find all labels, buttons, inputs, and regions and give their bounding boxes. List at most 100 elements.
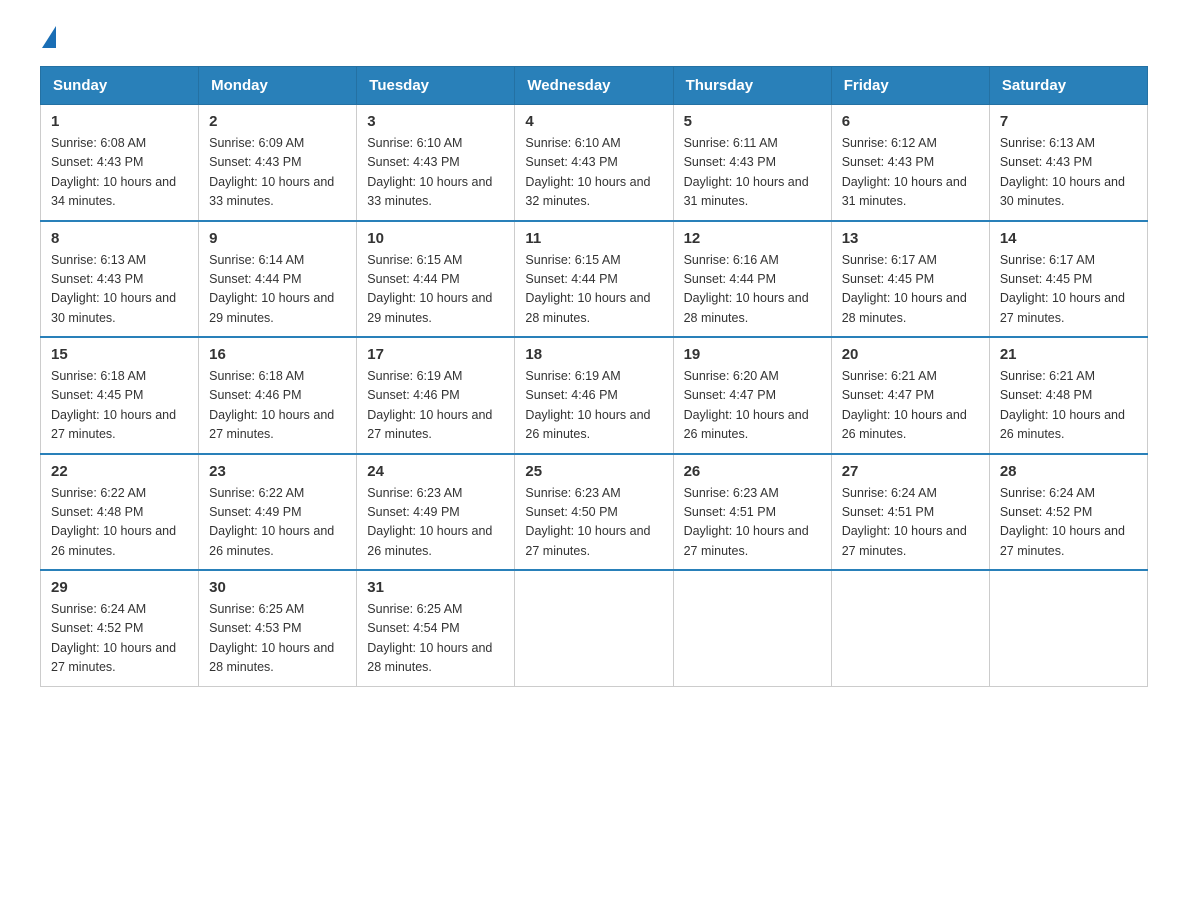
day-number: 9 xyxy=(209,230,346,247)
calendar-week-row: 29Sunrise: 6:24 AMSunset: 4:52 PMDayligh… xyxy=(41,570,1148,686)
day-number: 15 xyxy=(51,346,188,363)
day-info: Sunrise: 6:23 AMSunset: 4:50 PMDaylight:… xyxy=(525,484,662,562)
day-number: 16 xyxy=(209,346,346,363)
day-number: 19 xyxy=(684,346,821,363)
logo xyxy=(40,30,56,46)
day-number: 10 xyxy=(367,230,504,247)
day-number: 25 xyxy=(525,463,662,480)
day-number: 30 xyxy=(209,579,346,596)
day-number: 14 xyxy=(1000,230,1137,247)
day-info: Sunrise: 6:23 AMSunset: 4:49 PMDaylight:… xyxy=(367,484,504,562)
calendar-cell: 6Sunrise: 6:12 AMSunset: 4:43 PMDaylight… xyxy=(831,105,989,221)
calendar-cell: 10 Sunrise: 6:15 AMSunset: 4:44 PMDayligh… xyxy=(357,221,515,338)
calendar-cell: 3 Sunrise: 6:10 AMSunset: 4:43 PMDaylight… xyxy=(357,105,515,221)
day-number: 6 xyxy=(842,113,979,130)
day-number: 27 xyxy=(842,463,979,480)
page-header xyxy=(40,30,1148,46)
weekday-header-row: SundayMondayTuesdayWednesdayThursdayFrid… xyxy=(41,67,1148,105)
day-number: 3 xyxy=(367,113,504,130)
day-info: Sunrise: 6:15 AMSunset: 4:44 PMDaylight:… xyxy=(367,251,504,329)
day-info: Sunrise: 6:15 AMSunset: 4:44 PMDaylight:… xyxy=(525,251,662,329)
day-info: Sunrise: 6:23 AMSunset: 4:51 PMDaylight:… xyxy=(684,484,821,562)
weekday-header-thursday: Thursday xyxy=(673,67,831,105)
calendar-cell: 23 Sunrise: 6:22 AMSunset: 4:49 PMDayligh… xyxy=(199,454,357,571)
calendar-cell: 12 Sunrise: 6:16 AMSunset: 4:44 PMDayligh… xyxy=(673,221,831,338)
day-info: Sunrise: 6:24 AMSunset: 4:51 PMDaylight:… xyxy=(842,484,979,562)
weekday-header-tuesday: Tuesday xyxy=(357,67,515,105)
calendar-week-row: 8Sunrise: 6:13 AMSunset: 4:43 PMDaylight… xyxy=(41,221,1148,338)
day-number: 23 xyxy=(209,463,346,480)
day-info: Sunrise: 6:17 AMSunset: 4:45 PMDaylight:… xyxy=(842,251,979,329)
calendar-cell: 22 Sunrise: 6:22 AMSunset: 4:48 PMDayligh… xyxy=(41,454,199,571)
day-info: Sunrise: 6:08 AMSunset: 4:43 PMDaylight:… xyxy=(51,134,188,212)
day-number: 21 xyxy=(1000,346,1137,363)
day-number: 22 xyxy=(51,463,188,480)
day-info: Sunrise: 6:09 AMSunset: 4:43 PMDaylight:… xyxy=(209,134,346,212)
weekday-header-sunday: Sunday xyxy=(41,67,199,105)
calendar-cell: 28Sunrise: 6:24 AMSunset: 4:52 PMDayligh… xyxy=(989,454,1147,571)
day-number: 8 xyxy=(51,230,188,247)
calendar-cell: 14Sunrise: 6:17 AMSunset: 4:45 PMDayligh… xyxy=(989,221,1147,338)
day-info: Sunrise: 6:25 AMSunset: 4:53 PMDaylight:… xyxy=(209,600,346,678)
calendar-cell: 8Sunrise: 6:13 AMSunset: 4:43 PMDaylight… xyxy=(41,221,199,338)
weekday-header-saturday: Saturday xyxy=(989,67,1147,105)
calendar-cell: 9 Sunrise: 6:14 AMSunset: 4:44 PMDaylight… xyxy=(199,221,357,338)
day-number: 18 xyxy=(525,346,662,363)
day-number: 1 xyxy=(51,113,188,130)
day-info: Sunrise: 6:22 AMSunset: 4:49 PMDaylight:… xyxy=(209,484,346,562)
calendar-cell: 7 Sunrise: 6:13 AMSunset: 4:43 PMDaylight… xyxy=(989,105,1147,221)
calendar-cell xyxy=(673,570,831,686)
calendar-cell: 30 Sunrise: 6:25 AMSunset: 4:53 PMDayligh… xyxy=(199,570,357,686)
day-info: Sunrise: 6:20 AMSunset: 4:47 PMDaylight:… xyxy=(684,367,821,445)
calendar-cell: 5 Sunrise: 6:11 AMSunset: 4:43 PMDaylight… xyxy=(673,105,831,221)
day-info: Sunrise: 6:18 AMSunset: 4:45 PMDaylight:… xyxy=(51,367,188,445)
calendar-cell xyxy=(515,570,673,686)
calendar-cell: 17Sunrise: 6:19 AMSunset: 4:46 PMDayligh… xyxy=(357,337,515,454)
day-info: Sunrise: 6:22 AMSunset: 4:48 PMDaylight:… xyxy=(51,484,188,562)
calendar-cell: 27 Sunrise: 6:24 AMSunset: 4:51 PMDayligh… xyxy=(831,454,989,571)
day-number: 29 xyxy=(51,579,188,596)
day-info: Sunrise: 6:10 AMSunset: 4:43 PMDaylight:… xyxy=(525,134,662,212)
day-number: 7 xyxy=(1000,113,1137,130)
weekday-header-friday: Friday xyxy=(831,67,989,105)
day-number: 20 xyxy=(842,346,979,363)
calendar-cell: 26Sunrise: 6:23 AMSunset: 4:51 PMDayligh… xyxy=(673,454,831,571)
day-info: Sunrise: 6:19 AMSunset: 4:46 PMDaylight:… xyxy=(367,367,504,445)
logo-text xyxy=(40,30,56,48)
calendar-cell: 29Sunrise: 6:24 AMSunset: 4:52 PMDayligh… xyxy=(41,570,199,686)
day-number: 24 xyxy=(367,463,504,480)
day-info: Sunrise: 6:25 AMSunset: 4:54 PMDaylight:… xyxy=(367,600,504,678)
calendar-cell: 19 Sunrise: 6:20 AMSunset: 4:47 PMDayligh… xyxy=(673,337,831,454)
day-info: Sunrise: 6:14 AMSunset: 4:44 PMDaylight:… xyxy=(209,251,346,329)
calendar-cell: 16 Sunrise: 6:18 AMSunset: 4:46 PMDayligh… xyxy=(199,337,357,454)
weekday-header-monday: Monday xyxy=(199,67,357,105)
calendar-cell: 25 Sunrise: 6:23 AMSunset: 4:50 PMDayligh… xyxy=(515,454,673,571)
calendar-cell xyxy=(831,570,989,686)
day-info: Sunrise: 6:21 AMSunset: 4:48 PMDaylight:… xyxy=(1000,367,1137,445)
day-info: Sunrise: 6:18 AMSunset: 4:46 PMDaylight:… xyxy=(209,367,346,445)
calendar-cell: 15 Sunrise: 6:18 AMSunset: 4:45 PMDayligh… xyxy=(41,337,199,454)
day-number: 13 xyxy=(842,230,979,247)
calendar-cell: 31 Sunrise: 6:25 AMSunset: 4:54 PMDayligh… xyxy=(357,570,515,686)
logo-triangle-icon xyxy=(42,26,56,48)
day-number: 31 xyxy=(367,579,504,596)
day-number: 2 xyxy=(209,113,346,130)
day-info: Sunrise: 6:10 AMSunset: 4:43 PMDaylight:… xyxy=(367,134,504,212)
calendar-cell: 18 Sunrise: 6:19 AMSunset: 4:46 PMDayligh… xyxy=(515,337,673,454)
day-number: 5 xyxy=(684,113,821,130)
day-info: Sunrise: 6:16 AMSunset: 4:44 PMDaylight:… xyxy=(684,251,821,329)
day-info: Sunrise: 6:11 AMSunset: 4:43 PMDaylight:… xyxy=(684,134,821,212)
day-number: 28 xyxy=(1000,463,1137,480)
calendar-cell: 13 Sunrise: 6:17 AMSunset: 4:45 PMDayligh… xyxy=(831,221,989,338)
calendar-cell: 20 Sunrise: 6:21 AMSunset: 4:47 PMDayligh… xyxy=(831,337,989,454)
day-number: 12 xyxy=(684,230,821,247)
calendar-cell: 1 Sunrise: 6:08 AMSunset: 4:43 PMDaylight… xyxy=(41,105,199,221)
day-info: Sunrise: 6:21 AMSunset: 4:47 PMDaylight:… xyxy=(842,367,979,445)
day-number: 4 xyxy=(525,113,662,130)
calendar-cell xyxy=(989,570,1147,686)
calendar-cell: 4 Sunrise: 6:10 AMSunset: 4:43 PMDaylight… xyxy=(515,105,673,221)
day-info: Sunrise: 6:19 AMSunset: 4:46 PMDaylight:… xyxy=(525,367,662,445)
day-info: Sunrise: 6:13 AMSunset: 4:43 PMDaylight:… xyxy=(1000,134,1137,212)
calendar-cell: 21 Sunrise: 6:21 AMSunset: 4:48 PMDayligh… xyxy=(989,337,1147,454)
calendar-table: SundayMondayTuesdayWednesdayThursdayFrid… xyxy=(40,66,1148,687)
